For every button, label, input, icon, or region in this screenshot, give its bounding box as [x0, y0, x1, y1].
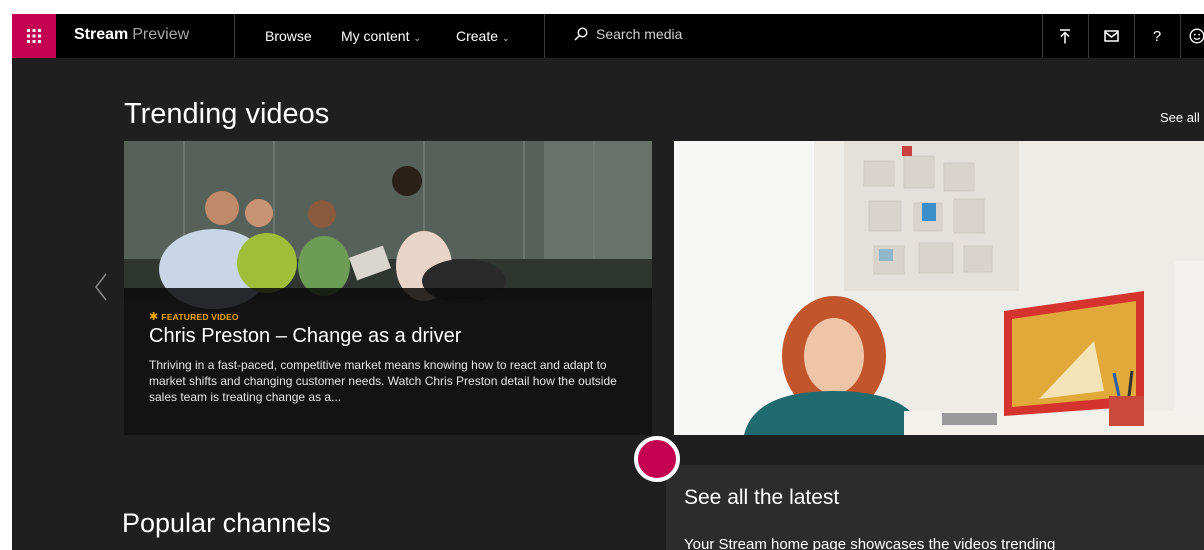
featured-video-description: Thriving in a fast-paced, competitive ma…: [149, 358, 617, 404]
chevron-down-icon: ⌄: [502, 33, 510, 43]
trending-videos-heading: Trending videos: [124, 98, 330, 130]
help-icon: ?: [1152, 27, 1162, 45]
popular-channels-heading: Popular channels: [122, 508, 331, 538]
tour-marker[interactable]: [634, 436, 680, 482]
search-icon: [574, 27, 588, 41]
featured-video-card[interactable]: ✱ FEATURED VIDEO Chris Preston – Change a…: [124, 141, 652, 435]
brand-name: Stream: [74, 26, 129, 43]
messages-button[interactable]: [1089, 14, 1133, 58]
brand-suffix: Preview: [132, 26, 190, 43]
see-all-link[interactable]: See all: [1160, 110, 1200, 125]
app-brand[interactable]: Stream Preview: [74, 26, 189, 44]
featured-badge: ✱ FEATURED VIDEO: [149, 310, 239, 323]
featured-video-title[interactable]: Chris Preston – Change as a driver: [149, 325, 461, 348]
stream-window: Stream Preview Browse My content ⌄ Create ⌄…: [12, 14, 1204, 550]
callout-title: See all the latest: [684, 486, 840, 509]
account-icon: [1189, 28, 1204, 44]
app-launcher-button[interactable]: [12, 14, 56, 58]
star-icon: ✱: [149, 311, 159, 323]
callout-text: Your Stream home page showcases the vide…: [684, 536, 1056, 550]
search-placeholder: Search media: [596, 26, 683, 42]
video-card[interactable]: [674, 141, 1204, 435]
nav-label: Create: [456, 28, 499, 44]
featured-caption: ✱ FEATURED VIDEO Chris Preston – Change a…: [124, 288, 652, 435]
chevron-down-icon: ⌄: [413, 33, 422, 43]
nav-label: My content: [341, 28, 410, 44]
message-icon: [1103, 30, 1119, 42]
account-button[interactable]: [1181, 14, 1204, 58]
featured-badge-label: FEATURED VIDEO: [161, 312, 239, 322]
app-launcher-icon: [27, 29, 41, 43]
nav-browse[interactable]: Browse: [265, 28, 312, 44]
upload-icon: [1060, 28, 1070, 43]
nav-create[interactable]: Create ⌄: [456, 28, 510, 44]
nav-my-content[interactable]: My content ⌄: [341, 28, 421, 44]
help-button[interactable]: ?: [1135, 14, 1179, 58]
previous-button[interactable]: [94, 272, 108, 307]
nav-label: Browse: [265, 28, 312, 44]
search-box[interactable]: Search media: [574, 26, 682, 42]
chevron-left-icon: [95, 273, 107, 301]
upload-button[interactable]: [1043, 14, 1087, 58]
divider: [544, 14, 545, 58]
top-bar: Stream Preview Browse My content ⌄ Create ⌄…: [12, 14, 1204, 58]
video-thumbnail: [674, 141, 1204, 435]
divider: [234, 14, 235, 58]
tour-callout: See all the latest Your Stream home page…: [666, 465, 1204, 550]
